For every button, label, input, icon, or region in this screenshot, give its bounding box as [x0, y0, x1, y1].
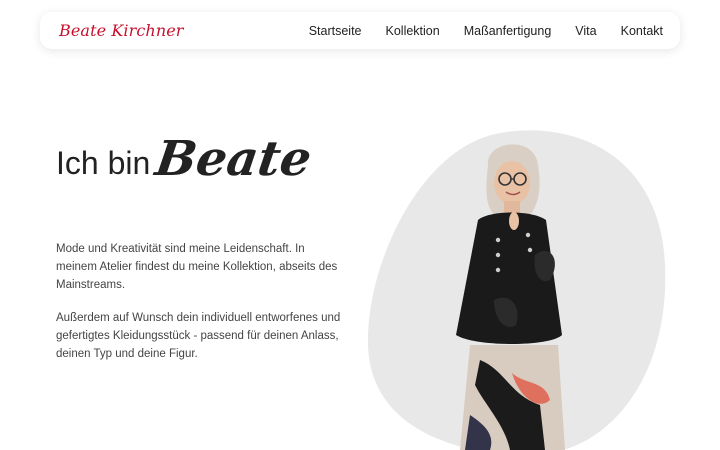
hero-title-script: Beate — [152, 131, 316, 187]
main-nav: Startseite Kollektion Maßanfertigung Vit… — [309, 24, 663, 38]
page: Beate Kirchner Startseite Kollektion Maß… — [0, 0, 720, 450]
brand-logo-link[interactable]: Beate Kirchner — [59, 21, 184, 40]
nav-massanfertigung[interactable]: Maßanfertigung — [464, 24, 552, 38]
hero-paragraph-1: Mode und Kreativität sind meine Leidensc… — [56, 243, 338, 291]
site-header: Beate Kirchner Startseite Kollektion Maß… — [40, 12, 680, 49]
hero-title-plain: Ich bin — [56, 145, 151, 181]
portrait-image — [456, 144, 565, 450]
hero-paragraph-2: Außerdem auf Wunsch dein individuell ent… — [56, 312, 341, 360]
nav-startseite[interactable]: Startseite — [309, 24, 362, 38]
nav-kontakt[interactable]: Kontakt — [621, 24, 663, 38]
nav-kollektion[interactable]: Kollektion — [386, 24, 440, 38]
nav-vita[interactable]: Vita — [575, 24, 596, 38]
hero-title: Ich bin Beate — [56, 131, 315, 187]
